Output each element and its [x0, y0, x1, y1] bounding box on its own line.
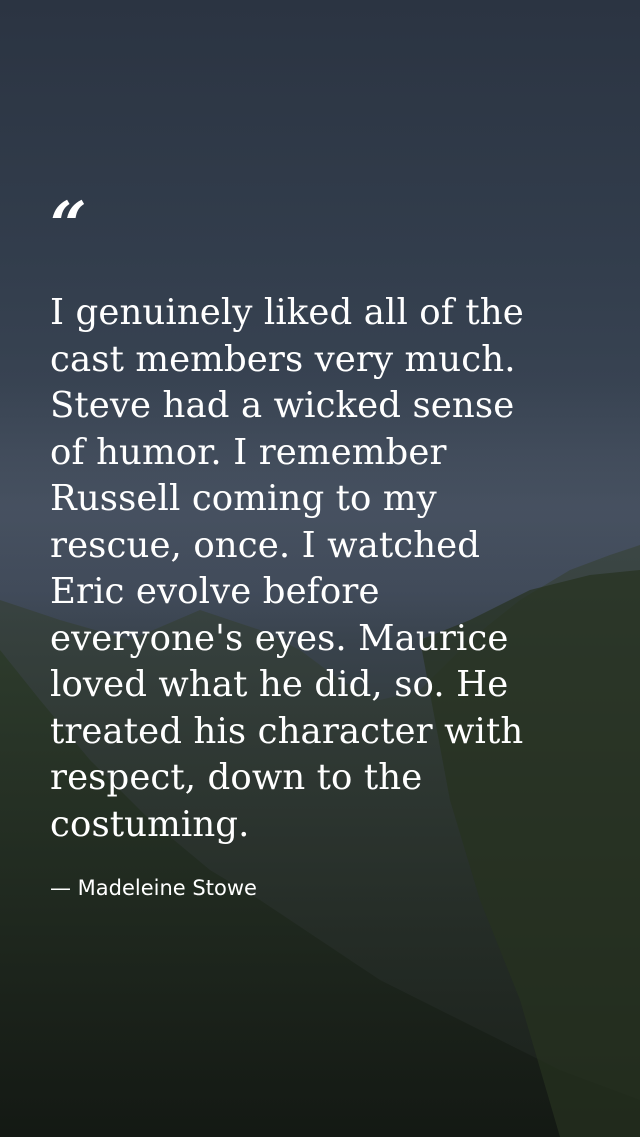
- quote-text: I genuinely liked all of the cast member…: [50, 292, 524, 845]
- quote-author: — Madeleine Stowe: [50, 876, 257, 900]
- quote-mark-icon: “: [50, 188, 87, 263]
